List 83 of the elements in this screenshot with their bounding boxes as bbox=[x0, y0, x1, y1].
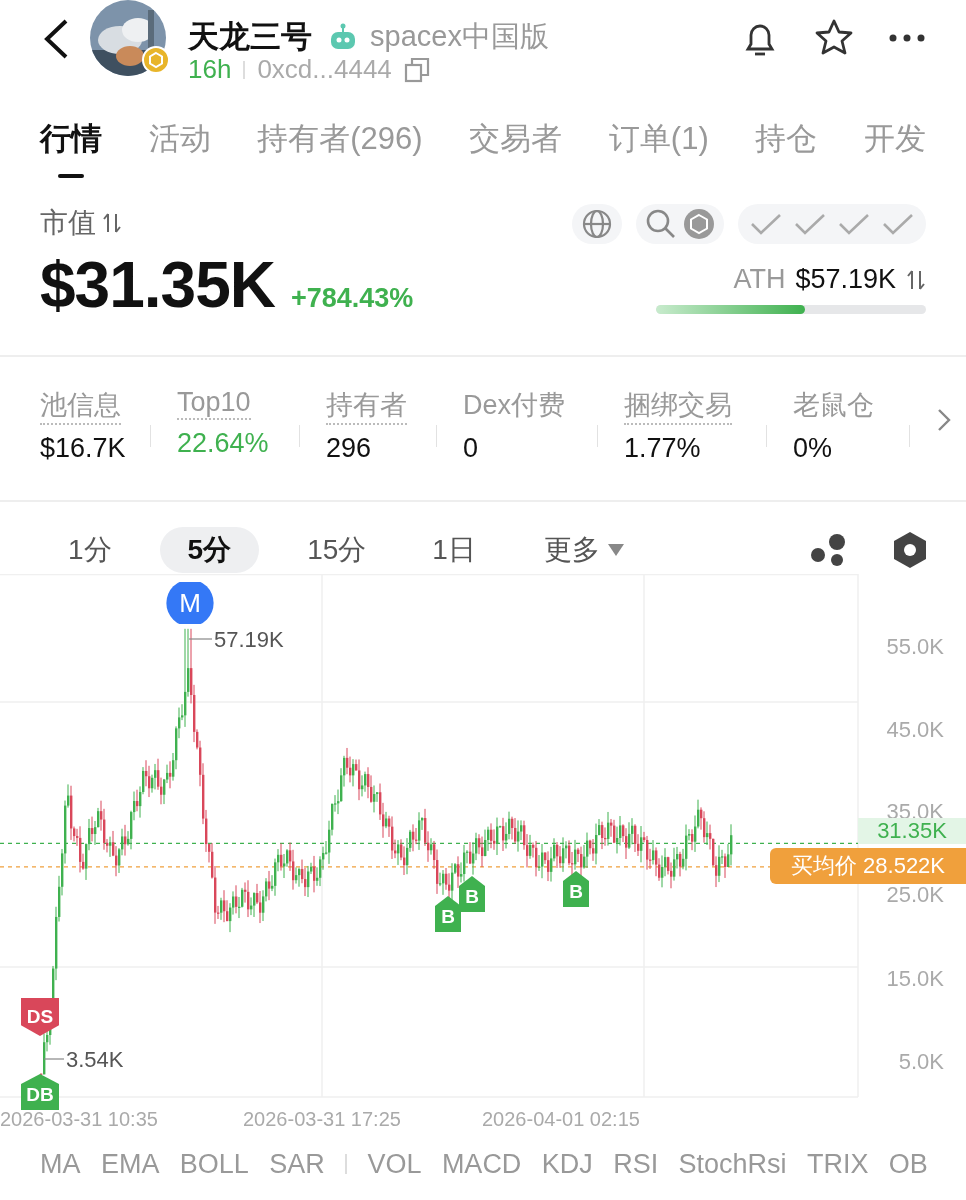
indicator-tab[interactable]: MACD bbox=[441, 1148, 522, 1180]
leader-line bbox=[188, 638, 213, 640]
x-axis-label: 2026-04-01 02:15 bbox=[482, 1108, 640, 1131]
timeframe-tab[interactable]: 1日 bbox=[414, 527, 494, 573]
token-age: 16h bbox=[188, 54, 232, 85]
token-name: 天龙三号 bbox=[188, 18, 312, 56]
tab[interactable]: 持仓 bbox=[755, 108, 818, 178]
y-axis-label: 15.0K bbox=[886, 966, 944, 992]
indicator-tab[interactable]: SAR bbox=[269, 1148, 325, 1180]
check-icon bbox=[794, 212, 826, 236]
audit-checks-chip[interactable] bbox=[738, 204, 926, 244]
dots-cluster-icon[interactable] bbox=[810, 533, 848, 567]
high-price-label: 57.19K bbox=[214, 627, 284, 653]
back-icon[interactable] bbox=[42, 18, 70, 60]
stat-label[interactable]: 池信息 bbox=[40, 387, 121, 425]
ath-value: $57.19K bbox=[795, 264, 896, 295]
globe-icon bbox=[582, 209, 612, 239]
x-axis-label: 2026-03-31 10:35 bbox=[0, 1108, 158, 1131]
search-chip[interactable] bbox=[636, 204, 724, 244]
check-icon bbox=[838, 212, 870, 236]
contract-address: 0xcd...4444 bbox=[257, 54, 392, 85]
indicator-tab[interactable]: EMA bbox=[100, 1148, 160, 1180]
check-icon bbox=[750, 212, 782, 236]
x-axis-label: 2026-03-31 17:25 bbox=[243, 1108, 401, 1131]
stat-value: 296 bbox=[326, 433, 373, 464]
stat-value: $16.7K bbox=[40, 433, 127, 464]
ath-label: ATH bbox=[733, 264, 786, 295]
check-icon bbox=[882, 212, 914, 236]
y-axis-label: 5.0K bbox=[898, 1049, 944, 1075]
tab[interactable]: 行情 bbox=[40, 108, 102, 178]
copy-icon[interactable] bbox=[403, 56, 430, 83]
buy-marker[interactable]: B bbox=[459, 876, 485, 912]
buy-marker[interactable]: B bbox=[563, 871, 589, 907]
more-timeframes-dropdown[interactable]: 更多 bbox=[543, 531, 624, 569]
y-axis-label: 55.0K bbox=[886, 634, 944, 660]
stat-label[interactable]: 捆绑交易 bbox=[624, 387, 732, 425]
y-axis-label: 45.0K bbox=[886, 717, 944, 743]
price-change: +784.43% bbox=[290, 283, 414, 314]
website-chip[interactable] bbox=[572, 204, 622, 244]
robot-icon bbox=[330, 23, 356, 51]
timeframe-tab[interactable]: 15分 bbox=[289, 527, 385, 573]
indicator-tab[interactable]: VOL bbox=[367, 1148, 422, 1180]
tab[interactable]: 开发 bbox=[863, 108, 926, 178]
mention-marker[interactable]: M bbox=[164, 582, 216, 624]
leader-line bbox=[43, 1058, 65, 1060]
stat-label[interactable]: Dex付费 bbox=[463, 387, 565, 425]
stat-label[interactable]: Top10 bbox=[177, 387, 251, 420]
tab[interactable]: 订单(1) bbox=[608, 108, 709, 178]
indicator-tab[interactable]: RSI bbox=[613, 1148, 659, 1180]
tab[interactable]: 持有者(296) bbox=[257, 108, 423, 178]
timeframe-tab[interactable]: 5分 bbox=[159, 527, 260, 573]
sort-icon[interactable] bbox=[102, 211, 122, 235]
stat-label[interactable]: 持有者 bbox=[326, 387, 407, 425]
stat-value: 22.64% bbox=[177, 428, 270, 459]
indicator-tab[interactable]: BOLL bbox=[179, 1148, 249, 1180]
tab[interactable]: 活动 bbox=[148, 108, 211, 178]
indicator-tab[interactable]: MA bbox=[40, 1148, 81, 1180]
search-icon bbox=[646, 209, 676, 239]
timeframe-tab[interactable]: 1分 bbox=[50, 527, 130, 573]
stat-label[interactable]: 老鼠仓 bbox=[793, 387, 874, 425]
indicator-tab[interactable]: StochRsi bbox=[678, 1148, 787, 1180]
indicator-tab[interactable]: OB bbox=[888, 1148, 928, 1180]
market-cap-value: $31.35K bbox=[40, 248, 275, 322]
last-price-tag: 31.35K bbox=[858, 818, 966, 844]
dev-buy-marker[interactable]: DB bbox=[21, 1074, 59, 1110]
settings-icon[interactable] bbox=[892, 531, 928, 569]
stat-value: 0 bbox=[463, 433, 480, 464]
community-link[interactable]: spacex中国版 bbox=[370, 17, 549, 57]
stat-value: 1.77% bbox=[624, 433, 702, 464]
caret-icon bbox=[607, 544, 624, 556]
buy-marker[interactable]: B bbox=[435, 896, 461, 932]
low-price-label: 3.54K bbox=[66, 1047, 124, 1073]
indicator-tab[interactable]: TRIX bbox=[806, 1148, 869, 1180]
avg-buy-price-tag: 买均价 28.522K bbox=[770, 848, 966, 884]
market-cap-label: 市值 bbox=[40, 206, 96, 240]
y-axis-label: 25.0K bbox=[886, 882, 944, 908]
indicator-tab[interactable]: KDJ bbox=[541, 1148, 593, 1180]
chevron-right-icon[interactable] bbox=[936, 407, 952, 433]
dev-sell-marker[interactable]: DS bbox=[21, 998, 59, 1036]
coin-icon bbox=[684, 209, 714, 239]
coin-badge-icon bbox=[142, 46, 170, 74]
tab[interactable]: 交易者 bbox=[469, 108, 563, 178]
stat-value: 0% bbox=[793, 433, 834, 464]
